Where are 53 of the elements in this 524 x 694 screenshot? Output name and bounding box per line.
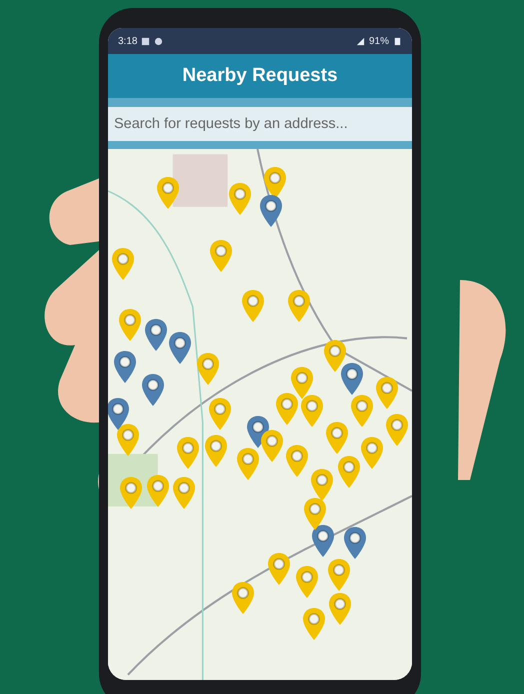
map-pin[interactable] [230,581,255,616]
map-pin[interactable] [303,497,328,532]
map-pin[interactable] [140,372,165,407]
map-pin[interactable] [375,376,400,410]
status-time: 3:18 [118,36,138,46]
map-pin[interactable] [300,394,324,428]
battery-percentage: 91% [368,36,389,46]
signal-icon [356,36,365,46]
map-pin[interactable] [285,444,310,478]
map-pin[interactable] [118,308,142,342]
map-pin[interactable] [144,318,168,352]
search-field[interactable]: Search for requests by an address... [108,107,412,141]
map-pin[interactable] [360,436,384,470]
map-pin[interactable] [311,524,336,558]
map-pin[interactable] [275,392,300,426]
map-pin[interactable] [172,476,196,510]
map-pin[interactable] [258,194,282,228]
map-pin[interactable] [340,362,364,396]
map-pin[interactable] [240,288,265,323]
map-pin[interactable] [323,339,348,374]
map-pin[interactable] [337,454,362,489]
map-pin[interactable] [228,182,252,216]
map-pin[interactable] [295,565,320,600]
map-pin[interactable] [328,592,352,626]
map-pin[interactable] [385,412,410,447]
map-pin[interactable] [350,394,374,428]
map-pin[interactable] [156,176,180,210]
header-title: Nearby Requests [182,65,338,87]
map-pin[interactable] [236,446,260,481]
map-pin[interactable] [116,423,140,458]
map-pin[interactable] [112,350,137,384]
map-pin[interactable] [204,434,228,468]
chat-bubble-icon [154,36,164,46]
map-pin[interactable] [196,352,220,386]
map-pin[interactable] [110,246,135,281]
map-pin[interactable] [208,397,232,432]
map-pin[interactable] [208,239,233,274]
map-pin[interactable] [260,428,284,463]
map-pin[interactable] [325,421,350,456]
map-pin[interactable] [343,526,368,560]
map-pin[interactable] [290,366,314,400]
map-pin[interactable] [108,397,130,432]
map-pin[interactable] [287,288,312,323]
map-pin[interactable] [176,436,200,470]
map-pin[interactable] [168,330,192,365]
image-icon [141,36,150,46]
map-pin[interactable] [302,607,326,642]
map-pin[interactable] [327,558,352,592]
map-pin[interactable] [267,552,292,586]
battery-icon [393,36,402,46]
map-pin[interactable] [118,476,143,510]
map-pin[interactable] [310,468,334,502]
map-pin[interactable] [146,474,170,508]
